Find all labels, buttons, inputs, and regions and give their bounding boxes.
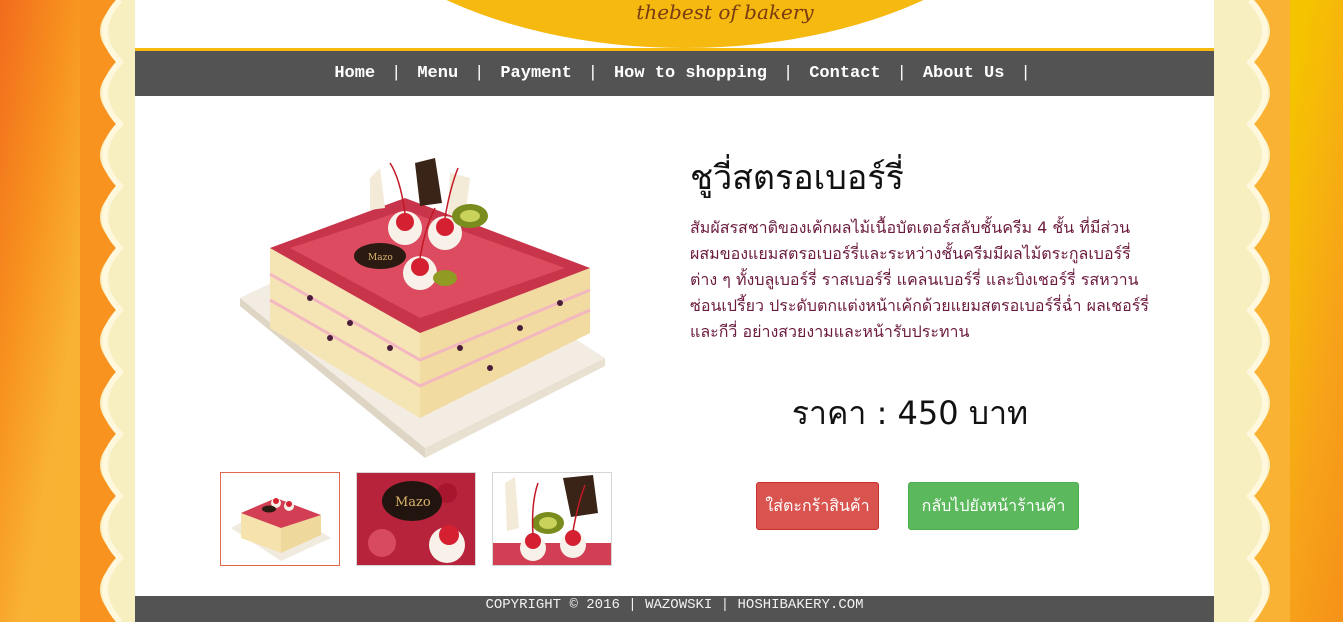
- product-main-image: Mazo: [240, 158, 605, 458]
- header-tagline: thebest of bakery: [636, 0, 814, 24]
- nav-how-to-shopping[interactable]: How to shopping: [598, 64, 783, 83]
- thumbnail-strip: Mazo: [220, 472, 612, 566]
- nav-separator: |: [474, 64, 485, 83]
- nav-separator: |: [587, 64, 598, 83]
- nav-contact[interactable]: Contact: [793, 64, 896, 83]
- footer-copyright: COPYRIGHT © 2016 | WAZOWSKI | HOSHIBAKER…: [135, 596, 1214, 622]
- add-to-cart-button[interactable]: ใส่ตะกร้าสินค้า: [756, 482, 879, 530]
- main-navbar: Home | Menu | Payment | How to shopping …: [135, 48, 1214, 96]
- product-price: ราคา : 450 บาท: [791, 394, 1029, 432]
- svg-text:Mazo: Mazo: [368, 253, 393, 263]
- nav-payment[interactable]: Payment: [484, 64, 587, 83]
- product-title: ชูวี่สตรอเบอร์รี่: [690, 158, 904, 198]
- svg-text:Mazo: Mazo: [395, 495, 431, 510]
- nav-menu[interactable]: Menu: [401, 64, 474, 83]
- page-container: thebest of bakery Home | Menu | Payment …: [135, 0, 1214, 622]
- header-banner: thebest of bakery: [135, 0, 1214, 48]
- thumbnail-cake-top-closeup[interactable]: Mazo: [356, 472, 476, 566]
- thumbnail-cake-whole[interactable]: [220, 472, 340, 566]
- product-description: สัมผัสรสชาติของเค้กผลไม้เนื้อบัตเตอร์สลั…: [690, 218, 1149, 341]
- nav-home[interactable]: Home: [318, 64, 391, 83]
- back-to-shop-button[interactable]: กลับไปยังหน้าร้านค้า: [908, 482, 1079, 530]
- thumbnail-cake-cherries-closeup[interactable]: [492, 472, 612, 566]
- nav-separator: |: [896, 64, 907, 83]
- nav-separator: |: [391, 64, 402, 83]
- right-scallop-border: [1210, 0, 1290, 622]
- nav-about-us[interactable]: About Us: [907, 64, 1021, 83]
- nav-separator: |: [783, 64, 794, 83]
- nav-separator: |: [1020, 64, 1031, 83]
